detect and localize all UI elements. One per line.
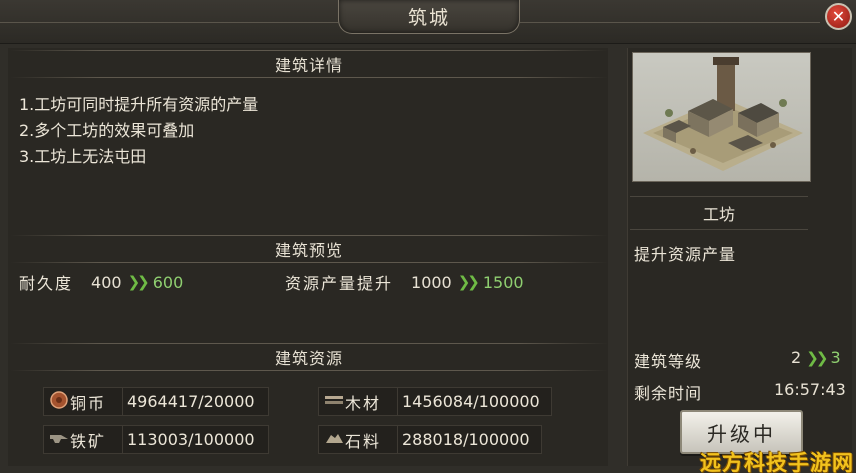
detail-line-3: 3.工坊上无法屯田 (19, 147, 147, 166)
resource-amount: 4964417/20000 (127, 392, 255, 411)
wood-icon (323, 393, 345, 411)
building-level-label: 建筑等级 (634, 352, 703, 371)
stat-new-value: 600 (152, 272, 184, 292)
resource-iron: 铁矿 113003/100000 (43, 425, 269, 454)
resource-wood: 木材 1456084/100000 (318, 387, 552, 416)
close-button[interactable]: ✕ (825, 3, 852, 30)
stat-durability: 耐久度 400 ❯❯ 600 (19, 270, 183, 294)
resources-header: 建筑资源 (10, 343, 608, 371)
close-icon: ✕ (831, 7, 846, 26)
resource-copper: 铜币 4964417/20000 (43, 387, 269, 416)
double-chevron-right-icon: ❯❯ (457, 273, 480, 291)
remaining-time-value: 16:57:43 (774, 380, 846, 399)
resource-amount: 1456084/100000 (402, 392, 540, 411)
remaining-time-label: 剩余时间 (634, 384, 703, 403)
resource-stone: 石料 288018/100000 (318, 425, 542, 454)
level-from: 2 (791, 348, 802, 367)
preview-header: 建筑预览 (10, 235, 608, 263)
double-chevron-right-icon: ❯❯ (127, 273, 150, 291)
detail-line-1: 1.工坊可同时提升所有资源的产量 (19, 95, 259, 114)
level-to: 3 (830, 348, 841, 367)
resource-amount: 288018/100000 (402, 430, 530, 449)
stat-old-value: 1000 (411, 272, 452, 292)
workshop-building-image (632, 52, 811, 182)
stat-new-value: 1500 (482, 272, 524, 292)
resource-name: 木材 (345, 393, 382, 413)
stat-resource-boost: 资源产量提升 1000 ❯❯ 1500 (285, 270, 524, 294)
window-title-plate: 筑城 (338, 0, 520, 34)
building-name: 工坊 (630, 196, 808, 230)
watermark-logo: 远方科技手游网 (700, 451, 854, 473)
coin-icon (48, 390, 70, 413)
building-level-values: 2 ❯❯ 3 (791, 348, 841, 367)
stat-label: 资源产量提升 (285, 274, 394, 293)
detail-line-2: 2.多个工坊的效果可叠加 (19, 121, 195, 140)
building-description: 提升资源产量 (634, 245, 737, 264)
stat-label: 耐久度 (19, 274, 74, 293)
double-chevron-right-icon: ❯❯ (806, 349, 828, 367)
stat-old-value: 400 (91, 272, 122, 292)
resource-name: 铜币 (70, 393, 107, 413)
resource-name: 铁矿 (70, 431, 107, 451)
resource-name: 石料 (345, 431, 382, 451)
window-title: 筑城 (407, 7, 450, 29)
resource-amount: 113003/100000 (127, 430, 255, 449)
details-header: 建筑详情 (10, 50, 608, 78)
stone-icon (323, 431, 345, 449)
iron-ore-icon (48, 431, 70, 449)
